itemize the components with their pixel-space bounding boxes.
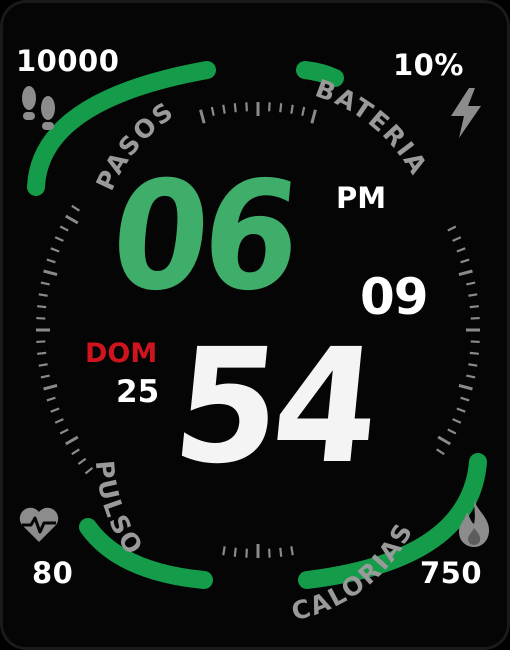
tick-mark xyxy=(468,363,478,367)
tick-mark xyxy=(233,103,237,113)
battery-value[interactable]: 10% xyxy=(393,48,464,82)
tick-mark xyxy=(458,269,473,277)
svg-text:BATERIA: BATERIA xyxy=(312,74,434,181)
tick-mark xyxy=(460,396,470,402)
tick-mark xyxy=(447,225,457,232)
tick-mark xyxy=(71,448,80,456)
tick-mark xyxy=(468,293,478,297)
battery-label: BATERIA xyxy=(312,74,432,181)
flame-icon xyxy=(459,500,490,547)
tick-mark xyxy=(54,236,64,242)
tick-mark xyxy=(279,547,283,557)
tick-mark xyxy=(46,258,56,264)
tick-mark xyxy=(77,457,87,465)
weekday-label: DOM xyxy=(85,338,158,369)
tick-mark xyxy=(290,104,294,114)
watch-face: PASOS BATERIA PULSO CALORIAS 10000 10% 8… xyxy=(0,0,510,650)
tick-mark xyxy=(456,247,466,253)
tick-mark xyxy=(199,109,206,124)
tick-mark xyxy=(458,383,473,391)
tick-mark xyxy=(38,293,48,297)
tick-mark xyxy=(436,448,445,456)
tick-mark xyxy=(466,374,476,379)
tick-mark xyxy=(222,546,226,556)
tick-mark xyxy=(469,305,479,309)
tick-mark xyxy=(50,247,60,253)
lightning-bolt-icon xyxy=(451,88,481,138)
tick-mark xyxy=(40,281,50,286)
tick-mark xyxy=(452,418,462,424)
tick-mark xyxy=(50,407,60,413)
tick-mark xyxy=(43,269,58,277)
hour-digits: 06 xyxy=(104,150,303,324)
tick-mark xyxy=(46,396,56,402)
battery-progress-arc xyxy=(296,61,344,87)
tick-mark xyxy=(64,214,79,225)
tick-mark xyxy=(460,258,470,264)
pulse-value[interactable]: 80 xyxy=(32,556,73,590)
tick-mark xyxy=(64,435,79,446)
tick-mark xyxy=(37,351,47,355)
tick-mark xyxy=(310,109,317,124)
tick-mark xyxy=(43,383,58,391)
tick-mark xyxy=(40,374,50,379)
tick-mark xyxy=(38,363,48,367)
footprints-icon xyxy=(22,86,55,130)
tick-mark xyxy=(447,428,457,435)
tick-mark xyxy=(456,407,466,413)
tick-mark xyxy=(279,103,283,113)
heart-pulse-icon xyxy=(19,507,59,542)
tick-mark xyxy=(437,435,452,446)
tick-mark xyxy=(71,204,80,212)
tick-mark xyxy=(210,106,215,117)
tick-mark xyxy=(466,281,476,286)
tick-mark xyxy=(233,547,237,557)
minute-digits: 54 xyxy=(165,315,382,499)
calories-value[interactable]: 750 xyxy=(420,556,482,590)
tick-mark xyxy=(59,428,69,435)
tick-mark xyxy=(59,225,69,232)
ampm-indicator: PM xyxy=(336,181,387,215)
tick-mark xyxy=(290,546,294,556)
steps-value[interactable]: 10000 xyxy=(16,44,119,78)
tick-mark xyxy=(54,418,64,424)
tick-mark xyxy=(301,106,306,117)
day-of-month: 25 xyxy=(116,374,160,410)
tick-mark xyxy=(469,351,479,355)
tick-mark xyxy=(222,104,226,114)
tick-mark xyxy=(452,236,462,242)
tick-mark xyxy=(37,305,47,309)
pulse-progress-arc xyxy=(79,518,213,589)
